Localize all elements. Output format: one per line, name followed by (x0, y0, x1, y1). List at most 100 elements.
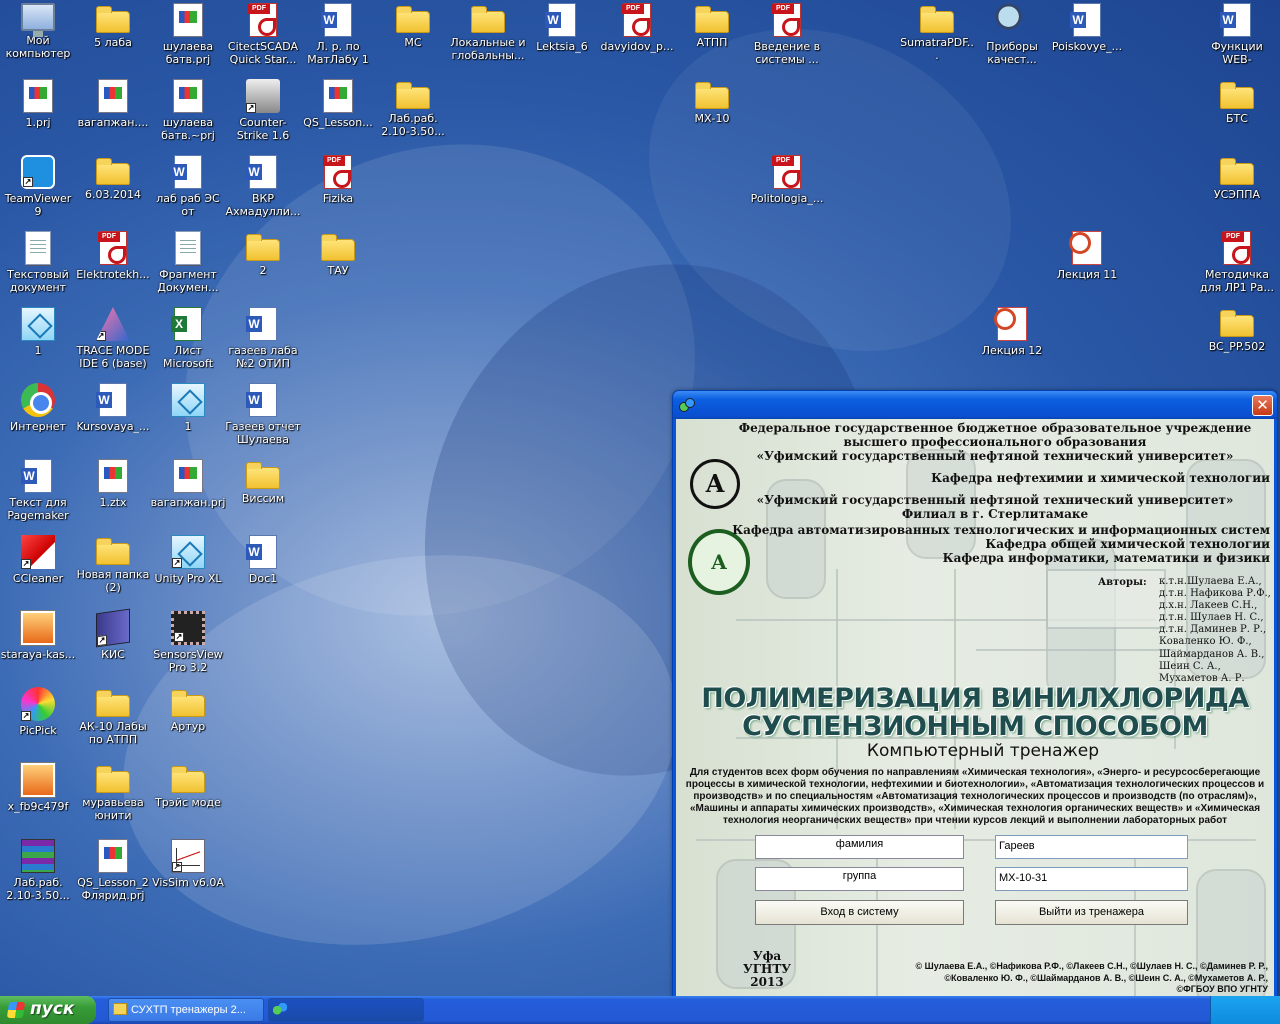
copyright-line: ©Коваленко Ю. Ф., ©Шаймарданов А. В., ©Ш… (944, 972, 1268, 983)
desktop-icon[interactable]: Текст для Pagemaker (0, 459, 76, 522)
desktop-icon[interactable]: Л. р. по МатЛабу 1 (300, 3, 376, 66)
desktop-icon[interactable]: VisSim v6.0A (150, 839, 226, 889)
desktop-icon-label: BC_PP.502 (1208, 340, 1266, 353)
desktop-icon[interactable]: 1 (0, 307, 76, 357)
desktop-icon-label: QS_Lesson... (303, 116, 373, 129)
folder-icon (96, 6, 130, 33)
desktop-icon[interactable]: Elektrotekh... (75, 231, 151, 281)
desktop-icon[interactable]: БТС (1199, 79, 1275, 125)
folder-icon (1220, 82, 1254, 109)
desktop-icon[interactable]: шулаева батв.prj (150, 3, 226, 66)
desktop-icon[interactable]: QS_Lesson... (300, 79, 376, 129)
desktop-icon[interactable]: davyidov_p... (599, 3, 675, 53)
copyright-line: © Шулаева Е.А., ©Нафикова Р.Ф., ©Лакеев … (915, 961, 1268, 971)
author-line: д.т.н. Шулаев Н. С., (1159, 612, 1264, 624)
desktop-icon[interactable]: 1.prj (0, 79, 76, 129)
desktop-icon[interactable]: Газеев отчет Шулаева (225, 383, 301, 446)
exit-button[interactable]: Выйти из тренажера (995, 900, 1188, 925)
pdf-icon (622, 3, 651, 37)
surname-field[interactable]: Гареев (995, 835, 1188, 859)
project-file-icon (98, 79, 128, 113)
desktop-icon[interactable]: Функции WEB-сервера (1199, 3, 1275, 66)
desktop-icon[interactable]: АТПП (674, 3, 750, 49)
desktop-icon[interactable]: Интернет (0, 383, 76, 433)
desktop-icon[interactable]: ВКР Ахмадулли... (225, 155, 301, 218)
folder-icon (396, 82, 430, 109)
desktop-icon[interactable]: Poiskovye_... (1049, 3, 1125, 53)
desktop-icon[interactable]: 6.03.2014 (75, 155, 151, 201)
desktop-icon[interactable]: КИС (75, 608, 151, 661)
desktop-icon-label: муравьева юнити (82, 796, 144, 822)
desktop-icon-label: Текст для Pagemaker (7, 496, 69, 522)
desktop-icon[interactable]: Politologia_... (749, 155, 825, 205)
desktop-icon[interactable]: муравьева юнити (75, 763, 151, 822)
desktop-icon[interactable]: Лекция 11 (1049, 231, 1125, 281)
desktop-icon[interactable]: Методичка для ЛР1 Ра... (1199, 231, 1275, 294)
folder-icon (96, 158, 130, 185)
desktop-icon[interactable]: Фрагмент Докумен... (150, 231, 226, 294)
desktop-icon[interactable]: Мой компьютер (0, 3, 76, 60)
desktop-icon[interactable]: Текстовый документ (0, 231, 76, 294)
desktop-icon[interactable]: Kursovaya_... (75, 383, 151, 433)
desktop-icon-label: SumatraPDF... (900, 36, 974, 62)
desktop-icon[interactable]: CitectSCADA Quick Star... (225, 3, 301, 66)
desktop-icon[interactable]: Артур (150, 687, 226, 733)
desktop-icon[interactable]: CCleaner (0, 535, 76, 585)
desktop-icon-label: АК-10 Лабы по АТПП (79, 720, 147, 746)
taskbar-item-folder[interactable]: СУХТП тренажеры 2... (108, 998, 264, 1022)
desktop-icon-label: 1.prj (25, 116, 51, 129)
desktop-icon[interactable]: Лаб.раб. 2.10-3.50... (0, 839, 76, 902)
shortcut-arrow-icon (172, 558, 182, 568)
trainer-window: ✕ A A Федеральное государственное бюджет… (672, 390, 1278, 996)
desktop-icon[interactable]: Лист Microsoft Office Excel (150, 307, 226, 370)
cube-file-icon (171, 383, 205, 417)
login-button[interactable]: Вход в систему (755, 900, 964, 925)
desktop-icon[interactable]: МХ-10 (674, 79, 750, 125)
window-titlebar[interactable]: ✕ (673, 391, 1277, 419)
group-field[interactable]: МХ-10-31 (995, 867, 1188, 891)
desktop-icon[interactable]: Doc1 (225, 535, 301, 585)
desktop-icon[interactable]: 1 (150, 383, 226, 433)
desktop-icon[interactable]: УСЭППА (1199, 155, 1275, 201)
desktop-icon[interactable]: ТАУ (300, 231, 376, 277)
desktop-icon[interactable]: Локальные и глобальны... (450, 3, 526, 62)
desktop-icon[interactable]: 1.ztx (75, 459, 151, 509)
desktop-icon[interactable]: Lektsia_6 (524, 3, 600, 53)
desktop-icon[interactable]: BC_PP.502 (1199, 307, 1275, 353)
desktop-icon[interactable]: Приборы качест... (974, 3, 1050, 66)
desktop-icon[interactable]: Трэйс моде (150, 763, 226, 809)
desktop-icon[interactable]: x_fb9c479f (0, 763, 76, 813)
desktop-icon[interactable]: АК-10 Лабы по АТПП (75, 687, 151, 746)
desktop-icon[interactable]: лаб раб ЭС от 22.03.2014 ... (150, 155, 226, 218)
desktop-icon[interactable]: PicPick (0, 687, 76, 737)
desktop-icon[interactable]: SensorsView Pro 3.2 (150, 611, 226, 674)
desktop-icon[interactable]: Лекция 12 (974, 307, 1050, 357)
project-file-icon (173, 459, 203, 493)
desktop-icon[interactable]: staraya-kas... (0, 611, 76, 661)
desktop-icon[interactable]: 2 (225, 231, 301, 277)
desktop-icon[interactable]: Лаб.раб. 2.10-3.50... (375, 79, 451, 138)
desktop-icon[interactable]: 5 лаба (75, 3, 151, 49)
desktop-icon[interactable]: Fizika (300, 155, 376, 205)
taskbar-item-trainer[interactable] (268, 998, 424, 1022)
desktop-icon[interactable]: QS_Lesson_2 Флярид.prj (75, 839, 151, 902)
desktop-icon-label: Текстовый документ (7, 268, 69, 294)
desktop-icon[interactable]: вагапжан.prj (150, 459, 226, 509)
desktop-icon[interactable]: вагапжан.... (75, 79, 151, 129)
word-doc-icon (1070, 3, 1101, 37)
desktop-icon[interactable]: Виссим (225, 459, 301, 505)
pdf-icon (248, 3, 277, 37)
desktop-icon[interactable]: TeamViewer 9 (0, 155, 76, 218)
desktop-icon[interactable]: Новая папка (2) (75, 535, 151, 594)
desktop-icon[interactable]: SumatraPDF... (899, 3, 975, 62)
start-button[interactable]: пуск (0, 996, 96, 1024)
book-icon (96, 608, 130, 648)
desktop-icon[interactable]: газеев лаба №2 ОТИП (225, 307, 301, 370)
desktop-icon[interactable]: TRACE MODE IDE 6 (base) (75, 307, 151, 370)
desktop-icon[interactable]: Введение в системы ... (749, 3, 825, 66)
close-button[interactable]: ✕ (1252, 395, 1273, 416)
desktop-icon[interactable]: МС (375, 3, 451, 49)
desktop-icon[interactable]: Counter-Strike 1.6 (225, 79, 301, 142)
desktop-icon[interactable]: шулаева батв.~prj (150, 79, 226, 142)
desktop-icon[interactable]: Unity Pro XL (150, 535, 226, 585)
